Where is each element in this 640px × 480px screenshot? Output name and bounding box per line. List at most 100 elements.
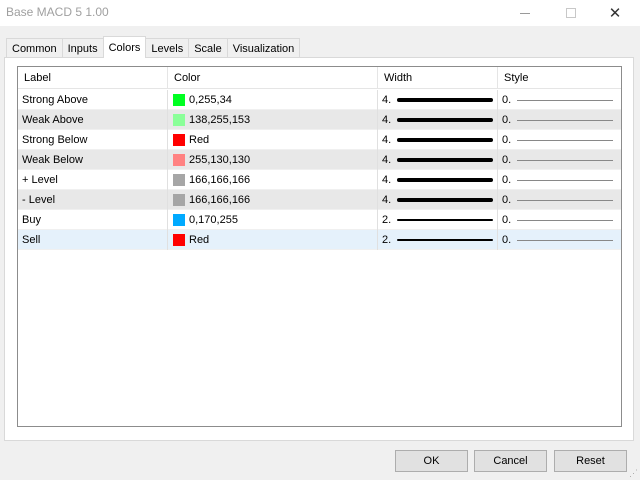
row-style-cell[interactable]: 0. <box>498 110 621 130</box>
line-width-preview <box>397 98 494 102</box>
row-style-cell[interactable]: 0. <box>498 210 621 230</box>
row-color-value: 255,130,130 <box>189 154 251 166</box>
row-color-cell[interactable]: Red <box>168 130 378 150</box>
row-color-value: Red <box>189 134 210 146</box>
line-width-preview <box>397 158 494 162</box>
header-width[interactable]: Width <box>378 67 498 89</box>
row-color-cell[interactable]: 166,166,166 <box>168 170 378 190</box>
header-label[interactable]: Label <box>18 67 168 89</box>
row-style-cell[interactable]: 0. <box>498 150 621 170</box>
colors-panel: Label Color Width Style Strong Above 0,25… <box>4 57 634 441</box>
row-width-cell[interactable]: 4. <box>378 170 498 190</box>
row-style-cell[interactable]: 0. <box>498 90 621 110</box>
header-color[interactable]: Color <box>168 67 378 89</box>
cancel-button[interactable]: Cancel <box>474 450 547 472</box>
row-color-cell[interactable]: Red <box>168 230 378 250</box>
row-label: Strong Below <box>18 130 168 150</box>
row-color-value: Red <box>189 234 210 246</box>
row-color-value: 166,166,166 <box>189 194 251 206</box>
row-style-cell[interactable]: 0. <box>498 130 621 150</box>
row-style-value: 0. <box>502 94 512 106</box>
row-color-value: 166,166,166 <box>189 174 251 186</box>
window-title: Base MACD 5 1.00 <box>6 5 109 19</box>
tab-inputs[interactable]: Inputs <box>61 38 104 58</box>
row-style-cell[interactable]: 0. <box>498 230 621 250</box>
row-width-value: 4. <box>382 134 392 146</box>
line-style-preview <box>517 179 614 181</box>
table-row[interactable]: + Level 166,166,166 4. 0. <box>18 170 621 190</box>
line-style-preview <box>517 119 614 121</box>
table-row[interactable]: - Level 166,166,166 4. 0. <box>18 190 621 210</box>
line-width-preview <box>397 178 494 182</box>
line-width-preview <box>397 239 494 241</box>
close-icon: ✕ <box>608 5 622 22</box>
tab-visualization[interactable]: Visualization <box>226 38 301 58</box>
table-row[interactable]: Strong Above 0,255,34 4. 0. <box>18 90 621 110</box>
tab-levels[interactable]: Levels <box>145 38 190 58</box>
maximize-icon <box>566 8 576 18</box>
row-width-value: 4. <box>382 174 392 186</box>
color-swatch <box>173 174 185 186</box>
row-label: Sell <box>18 230 168 250</box>
header-style[interactable]: Style <box>498 67 621 89</box>
line-width-preview <box>397 118 494 122</box>
row-style-value: 0. <box>502 114 512 126</box>
maximize-button[interactable] <box>548 0 594 26</box>
table-row[interactable]: Buy 0,170,255 2. 0. <box>18 210 621 230</box>
color-swatch <box>173 114 185 126</box>
row-color-cell[interactable]: 166,166,166 <box>168 190 378 210</box>
table-row[interactable]: Weak Above 138,255,153 4. 0. <box>18 110 621 130</box>
row-color-value: 138,255,153 <box>189 114 251 126</box>
color-swatch <box>173 194 185 206</box>
row-width-cell[interactable]: 4. <box>378 110 498 130</box>
line-style-preview <box>517 239 614 241</box>
line-style-preview <box>517 159 614 161</box>
row-width-cell[interactable]: 4. <box>378 90 498 110</box>
row-label: Buy <box>18 210 168 230</box>
row-color-cell[interactable]: 0,255,34 <box>168 90 378 110</box>
row-width-cell[interactable]: 4. <box>378 190 498 210</box>
line-width-preview <box>397 219 494 221</box>
tab-common[interactable]: Common <box>6 38 63 58</box>
ok-button[interactable]: OK <box>395 450 468 472</box>
row-style-value: 0. <box>502 134 512 146</box>
row-style-cell[interactable]: 0. <box>498 170 621 190</box>
tab-colors[interactable]: Colors <box>102 36 147 58</box>
close-button[interactable]: ✕ <box>592 0 638 26</box>
row-width-cell[interactable]: 2. <box>378 230 498 250</box>
tab-scale[interactable]: Scale <box>188 38 228 58</box>
row-color-value: 0,255,34 <box>189 94 232 106</box>
row-label: Weak Above <box>18 110 168 130</box>
row-width-value: 4. <box>382 154 392 166</box>
line-width-preview <box>397 198 494 202</box>
row-color-value: 0,170,255 <box>189 214 238 226</box>
row-color-cell[interactable]: 0,170,255 <box>168 210 378 230</box>
row-width-cell[interactable]: 4. <box>378 130 498 150</box>
row-style-value: 0. <box>502 154 512 166</box>
color-swatch <box>173 154 185 166</box>
reset-button[interactable]: Reset <box>554 450 627 472</box>
row-color-cell[interactable]: 255,130,130 <box>168 150 378 170</box>
minimize-button[interactable] <box>502 0 548 26</box>
color-swatch <box>173 234 185 246</box>
table-body: Strong Above 0,255,34 4. 0. Weak Above 138,25… <box>18 90 621 250</box>
color-swatch <box>173 134 185 146</box>
table-row[interactable]: Strong Below Red 4. 0. <box>18 130 621 150</box>
row-style-cell[interactable]: 0. <box>498 190 621 210</box>
table-row[interactable]: Sell Red 2. 0. <box>18 230 621 250</box>
table-row[interactable]: Weak Below 255,130,130 4. 0. <box>18 150 621 170</box>
line-style-preview <box>517 199 614 201</box>
resize-grip-icon[interactable]: ⋰ <box>628 468 638 478</box>
line-width-preview <box>397 138 494 142</box>
row-color-cell[interactable]: 138,255,153 <box>168 110 378 130</box>
row-width-cell[interactable]: 2. <box>378 210 498 230</box>
line-style-preview <box>517 219 614 221</box>
line-style-preview <box>517 99 614 101</box>
row-width-value: 4. <box>382 194 392 206</box>
row-width-cell[interactable]: 4. <box>378 150 498 170</box>
row-style-value: 0. <box>502 234 512 246</box>
row-style-value: 0. <box>502 174 512 186</box>
minimize-icon <box>520 12 530 14</box>
row-style-value: 0. <box>502 214 512 226</box>
row-width-value: 2. <box>382 234 392 246</box>
